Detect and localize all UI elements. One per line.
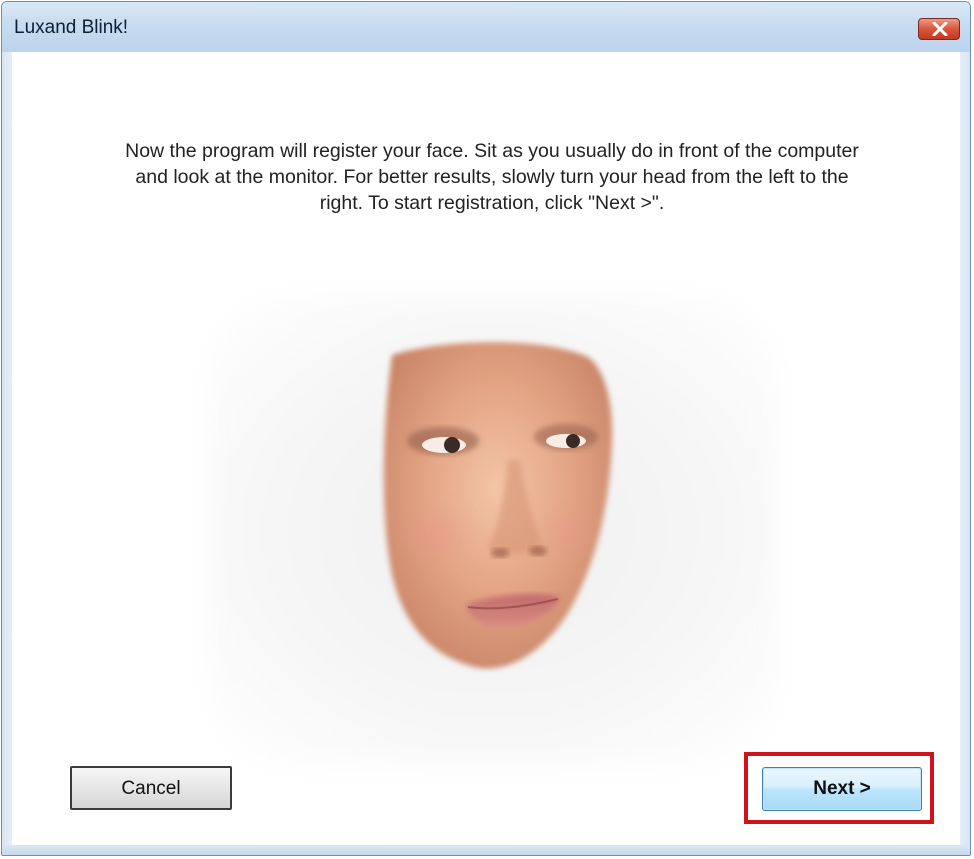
face-photo-area [208, 295, 778, 765]
window-border-right [960, 52, 970, 855]
window-border-left [2, 52, 12, 855]
dialog-content: Now the program will register your face.… [12, 52, 960, 845]
next-button[interactable]: Next > [762, 767, 922, 811]
face-image [383, 342, 613, 669]
instructions-text: Now the program will register your face.… [125, 140, 859, 214]
luxand-blink-dialog: Luxand Blink! Now the program will regis… [1, 1, 971, 856]
window-border-bottom [2, 845, 970, 855]
cancel-button[interactable]: Cancel [70, 766, 232, 810]
close-icon [932, 22, 948, 36]
window-title: Luxand Blink! [14, 17, 129, 38]
title-bar: Luxand Blink! [2, 2, 970, 53]
close-button[interactable] [918, 18, 960, 40]
